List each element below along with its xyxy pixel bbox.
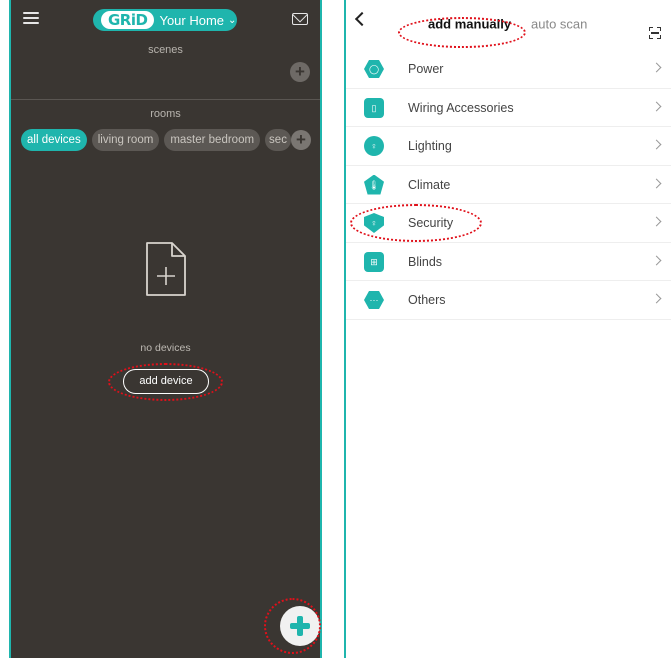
room-tab-all-devices[interactable]: all devices: [21, 129, 87, 151]
category-label: Others: [408, 293, 446, 307]
rooms-heading: rooms: [150, 108, 181, 120]
category-label: Lighting: [408, 139, 452, 153]
add-device-screen: add manually auto scan ◯ Power ▯ Wiring …: [344, 0, 671, 658]
scan-icon[interactable]: [649, 27, 661, 39]
category-lighting[interactable]: ♀ Lighting: [346, 127, 671, 166]
highlight-add-manually: [398, 17, 526, 48]
home-selector[interactable]: GRiD Your Home ⌄: [93, 9, 237, 31]
category-list: ◯ Power ▯ Wiring Accessories ♀ Lighting …: [346, 50, 671, 320]
scenes-heading: scenes: [148, 44, 183, 56]
tab-auto-scan[interactable]: auto scan: [531, 17, 587, 32]
blinds-icon: ⊞: [364, 251, 384, 272]
category-wiring-accessories[interactable]: ▯ Wiring Accessories: [346, 89, 671, 127]
section-divider: [11, 99, 320, 100]
chevron-right-icon: [655, 180, 663, 188]
back-arrow-icon[interactable]: [354, 13, 366, 25]
highlight-add-device: [108, 363, 223, 401]
category-label: Wiring Accessories: [408, 100, 514, 115]
room-tab-master-bedroom[interactable]: master bedroom: [164, 129, 261, 151]
room-tab-living-room[interactable]: living room: [91, 129, 160, 151]
home-topbar: GRiD Your Home ⌄: [11, 0, 320, 38]
add-room-button[interactable]: +: [291, 130, 311, 150]
more-icon: ···: [364, 291, 384, 309]
category-blinds[interactable]: ⊞ Blinds: [346, 243, 671, 281]
power-icon: ◯: [364, 60, 384, 78]
highlight-security: [350, 204, 482, 242]
category-label: Power: [408, 62, 444, 76]
empty-state-message: no devices: [140, 342, 191, 354]
mail-icon[interactable]: [292, 13, 308, 25]
chevron-right-icon: [655, 141, 663, 149]
highlight-fab: [264, 598, 321, 654]
add-scene-button[interactable]: +: [290, 62, 310, 82]
chevron-down-icon: ⌄: [228, 14, 237, 26]
category-label: Blinds: [408, 254, 443, 269]
chevron-right-icon: [655, 103, 663, 111]
screenshot-stage: GRiD Your Home ⌄ scenes + rooms all devi…: [0, 0, 671, 658]
category-power[interactable]: ◯ Power: [346, 50, 671, 89]
empty-file-icon: [146, 242, 186, 296]
chevron-right-icon: [655, 64, 663, 72]
menu-icon[interactable]: [23, 12, 39, 24]
room-tabs: all devices living room master bedroom s…: [21, 129, 311, 151]
category-label: Climate: [408, 177, 451, 192]
category-others[interactable]: ··· Others: [346, 281, 671, 320]
bulb-icon: ♀: [364, 136, 384, 156]
grid-logo: GRiD: [101, 11, 155, 29]
chevron-right-icon: [655, 295, 663, 303]
home-screen: GRiD Your Home ⌄ scenes + rooms all devi…: [9, 0, 322, 658]
home-name: Your Home: [159, 12, 225, 28]
thermometer-icon: 🌡: [364, 174, 384, 195]
switch-icon: ▯: [364, 97, 384, 118]
room-tab-truncated[interactable]: sec: [265, 129, 292, 151]
chevron-right-icon: [655, 257, 663, 265]
chevron-right-icon: [655, 218, 663, 226]
category-climate[interactable]: 🌡 Climate: [346, 166, 671, 204]
